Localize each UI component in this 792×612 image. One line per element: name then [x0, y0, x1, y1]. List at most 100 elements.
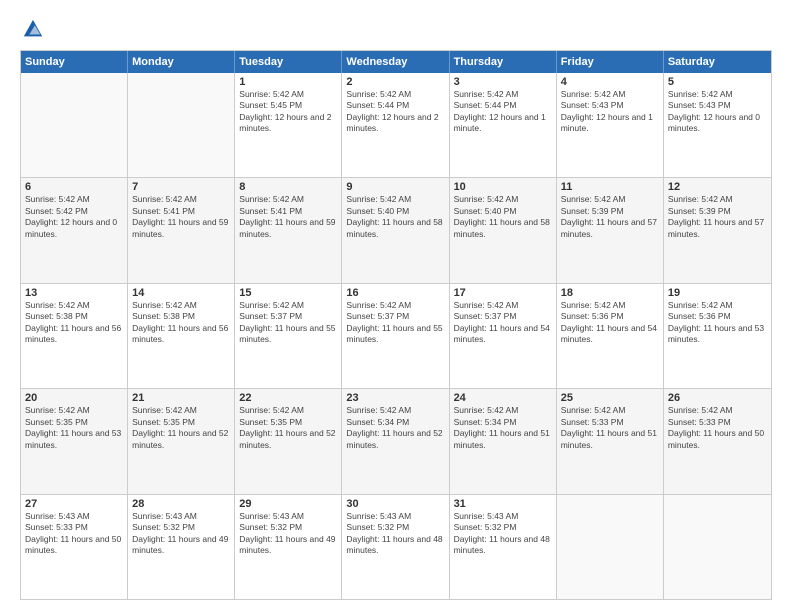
calendar: SundayMondayTuesdayWednesdayThursdayFrid…: [20, 50, 772, 600]
day-cell-empty: [21, 73, 128, 177]
header-cell-friday: Friday: [557, 51, 664, 73]
header-cell-monday: Monday: [128, 51, 235, 73]
day-info: Sunrise: 5:42 AM Sunset: 5:37 PM Dayligh…: [239, 300, 337, 346]
day-number: 2: [346, 76, 444, 88]
day-number: 10: [454, 181, 552, 193]
day-info: Sunrise: 5:42 AM Sunset: 5:37 PM Dayligh…: [454, 300, 552, 346]
day-info: Sunrise: 5:42 AM Sunset: 5:34 PM Dayligh…: [346, 405, 444, 451]
day-info: Sunrise: 5:43 AM Sunset: 5:33 PM Dayligh…: [25, 511, 123, 557]
day-cell-30: 30Sunrise: 5:43 AM Sunset: 5:32 PM Dayli…: [342, 495, 449, 599]
day-cell-11: 11Sunrise: 5:42 AM Sunset: 5:39 PM Dayli…: [557, 178, 664, 282]
day-cell-1: 1Sunrise: 5:42 AM Sunset: 5:45 PM Daylig…: [235, 73, 342, 177]
day-cell-23: 23Sunrise: 5:42 AM Sunset: 5:34 PM Dayli…: [342, 389, 449, 493]
day-number: 8: [239, 181, 337, 193]
day-info: Sunrise: 5:43 AM Sunset: 5:32 PM Dayligh…: [239, 511, 337, 557]
day-cell-21: 21Sunrise: 5:42 AM Sunset: 5:35 PM Dayli…: [128, 389, 235, 493]
day-info: Sunrise: 5:42 AM Sunset: 5:42 PM Dayligh…: [25, 194, 123, 240]
day-cell-20: 20Sunrise: 5:42 AM Sunset: 5:35 PM Dayli…: [21, 389, 128, 493]
day-number: 21: [132, 392, 230, 404]
day-number: 11: [561, 181, 659, 193]
day-info: Sunrise: 5:42 AM Sunset: 5:36 PM Dayligh…: [561, 300, 659, 346]
day-info: Sunrise: 5:42 AM Sunset: 5:39 PM Dayligh…: [668, 194, 767, 240]
day-number: 26: [668, 392, 767, 404]
day-number: 25: [561, 392, 659, 404]
day-number: 3: [454, 76, 552, 88]
day-cell-24: 24Sunrise: 5:42 AM Sunset: 5:34 PM Dayli…: [450, 389, 557, 493]
day-number: 31: [454, 498, 552, 510]
day-cell-14: 14Sunrise: 5:42 AM Sunset: 5:38 PM Dayli…: [128, 284, 235, 388]
day-number: 13: [25, 287, 123, 299]
day-info: Sunrise: 5:42 AM Sunset: 5:38 PM Dayligh…: [132, 300, 230, 346]
calendar-row-2: 6Sunrise: 5:42 AM Sunset: 5:42 PM Daylig…: [21, 178, 771, 283]
day-cell-empty: [128, 73, 235, 177]
day-cell-27: 27Sunrise: 5:43 AM Sunset: 5:33 PM Dayli…: [21, 495, 128, 599]
day-cell-7: 7Sunrise: 5:42 AM Sunset: 5:41 PM Daylig…: [128, 178, 235, 282]
header: [20, 18, 772, 40]
day-info: Sunrise: 5:42 AM Sunset: 5:37 PM Dayligh…: [346, 300, 444, 346]
day-number: 14: [132, 287, 230, 299]
day-cell-4: 4Sunrise: 5:42 AM Sunset: 5:43 PM Daylig…: [557, 73, 664, 177]
day-number: 17: [454, 287, 552, 299]
calendar-row-3: 13 Sunrise: 5:42 AM Sunset: 5:38 PM Dayli…: [21, 284, 771, 389]
day-number: 19: [668, 287, 767, 299]
day-cell-9: 9Sunrise: 5:42 AM Sunset: 5:40 PM Daylig…: [342, 178, 449, 282]
day-info: Sunrise: 5:42 AM Sunset: 5:39 PM Dayligh…: [561, 194, 659, 240]
day-cell-12: 12Sunrise: 5:42 AM Sunset: 5:39 PM Dayli…: [664, 178, 771, 282]
day-info: Sunrise: 5:43 AM Sunset: 5:32 PM Dayligh…: [454, 511, 552, 557]
day-cell-29: 29Sunrise: 5:43 AM Sunset: 5:32 PM Dayli…: [235, 495, 342, 599]
header-cell-saturday: Saturday: [664, 51, 771, 73]
day-info: Sunrise: 5:42 AM Sunset: 5:45 PM Dayligh…: [239, 89, 337, 135]
day-number: 24: [454, 392, 552, 404]
day-cell-28: 28Sunrise: 5:43 AM Sunset: 5:32 PM Dayli…: [128, 495, 235, 599]
day-number: 6: [25, 181, 123, 193]
day-cell-empty: [557, 495, 664, 599]
calendar-row-4: 20Sunrise: 5:42 AM Sunset: 5:35 PM Dayli…: [21, 389, 771, 494]
day-info: Sunrise: 5:42 AM Sunset: 5:41 PM Dayligh…: [132, 194, 230, 240]
day-info: Sunrise: 5:42 AM Sunset: 5:35 PM Dayligh…: [25, 405, 123, 451]
day-cell-18: 18Sunrise: 5:42 AM Sunset: 5:36 PM Dayli…: [557, 284, 664, 388]
day-cell-25: 25Sunrise: 5:42 AM Sunset: 5:33 PM Dayli…: [557, 389, 664, 493]
day-cell-31: 31Sunrise: 5:43 AM Sunset: 5:32 PM Dayli…: [450, 495, 557, 599]
logo-text: [20, 18, 44, 40]
day-cell-2: 2Sunrise: 5:42 AM Sunset: 5:44 PM Daylig…: [342, 73, 449, 177]
day-cell-13: 13Sunrise: 5:42 AM Sunset: 5:38 PM Dayli…: [21, 284, 128, 388]
calendar-row-5: 27Sunrise: 5:43 AM Sunset: 5:33 PM Dayli…: [21, 495, 771, 599]
day-cell-15: 15Sunrise: 5:42 AM Sunset: 5:37 PM Dayli…: [235, 284, 342, 388]
day-number: 28: [132, 498, 230, 510]
day-number: 1: [239, 76, 337, 88]
day-number: 18: [561, 287, 659, 299]
day-number: 12: [668, 181, 767, 193]
day-info: Sunrise: 5:42 AM Sunset: 5:44 PM Dayligh…: [454, 89, 552, 135]
day-cell-empty: [664, 495, 771, 599]
day-cell-26: 26Sunrise: 5:42 AM Sunset: 5:33 PM Dayli…: [664, 389, 771, 493]
day-info: Sunrise: 5:42 AM Sunset: 5:36 PM Dayligh…: [668, 300, 767, 346]
header-cell-wednesday: Wednesday: [342, 51, 449, 73]
day-info: Sunrise: 5:42 AM Sunset: 5:33 PM Dayligh…: [561, 405, 659, 451]
day-info: Sunrise: 5:42 AM Sunset: 5:35 PM Dayligh…: [239, 405, 337, 451]
day-info: Sunrise: 5:42 AM Sunset: 5:40 PM Dayligh…: [346, 194, 444, 240]
day-info: Sunrise: 5:42 AM Sunset: 5:33 PM Dayligh…: [668, 405, 767, 451]
header-cell-tuesday: Tuesday: [235, 51, 342, 73]
day-cell-8: 8Sunrise: 5:42 AM Sunset: 5:41 PM Daylig…: [235, 178, 342, 282]
day-number: 4: [561, 76, 659, 88]
day-cell-17: 17Sunrise: 5:42 AM Sunset: 5:37 PM Dayli…: [450, 284, 557, 388]
page: SundayMondayTuesdayWednesdayThursdayFrid…: [0, 0, 792, 612]
day-number: 27: [25, 498, 123, 510]
day-number: 23: [346, 392, 444, 404]
day-info: Sunrise: 5:42 AM Sunset: 5:35 PM Dayligh…: [132, 405, 230, 451]
day-number: 29: [239, 498, 337, 510]
day-number: 22: [239, 392, 337, 404]
day-cell-19: 19Sunrise: 5:42 AM Sunset: 5:36 PM Dayli…: [664, 284, 771, 388]
logo-icon: [22, 18, 44, 40]
day-info: Sunrise: 5:43 AM Sunset: 5:32 PM Dayligh…: [132, 511, 230, 557]
day-number: 5: [668, 76, 767, 88]
day-number: 15: [239, 287, 337, 299]
calendar-row-1: 1Sunrise: 5:42 AM Sunset: 5:45 PM Daylig…: [21, 73, 771, 178]
calendar-header: SundayMondayTuesdayWednesdayThursdayFrid…: [21, 51, 771, 73]
day-number: 9: [346, 181, 444, 193]
day-number: 30: [346, 498, 444, 510]
header-cell-thursday: Thursday: [450, 51, 557, 73]
header-cell-sunday: Sunday: [21, 51, 128, 73]
day-cell-16: 16Sunrise: 5:42 AM Sunset: 5:37 PM Dayli…: [342, 284, 449, 388]
day-cell-3: 3Sunrise: 5:42 AM Sunset: 5:44 PM Daylig…: [450, 73, 557, 177]
